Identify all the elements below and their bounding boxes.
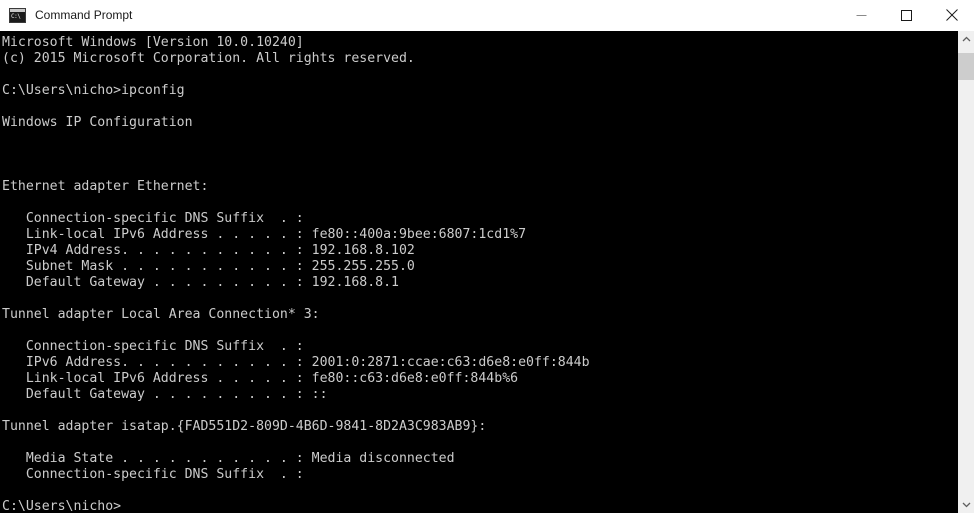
maximize-button[interactable] bbox=[884, 0, 929, 30]
minimize-button[interactable] bbox=[839, 0, 884, 30]
window-title: Command Prompt bbox=[35, 8, 133, 22]
close-button[interactable] bbox=[929, 0, 974, 30]
console-icon bbox=[9, 7, 26, 23]
vertical-scrollbar[interactable] bbox=[958, 31, 974, 513]
scroll-down-button[interactable] bbox=[958, 496, 974, 513]
window-controls bbox=[839, 0, 974, 30]
scrollbar-track[interactable] bbox=[958, 48, 974, 496]
console-area: Microsoft Windows [Version 10.0.10240] (… bbox=[0, 31, 974, 513]
title-bar[interactable]: Command Prompt bbox=[0, 0, 974, 31]
scroll-up-button[interactable] bbox=[958, 31, 974, 48]
console-text: Microsoft Windows [Version 10.0.10240] (… bbox=[2, 35, 590, 513]
console-output[interactable]: Microsoft Windows [Version 10.0.10240] (… bbox=[0, 31, 958, 513]
command-prompt-window: Command Prompt Microsoft Wi bbox=[0, 0, 974, 513]
scrollbar-thumb[interactable] bbox=[958, 53, 974, 80]
title-bar-left: Command Prompt bbox=[0, 7, 839, 23]
